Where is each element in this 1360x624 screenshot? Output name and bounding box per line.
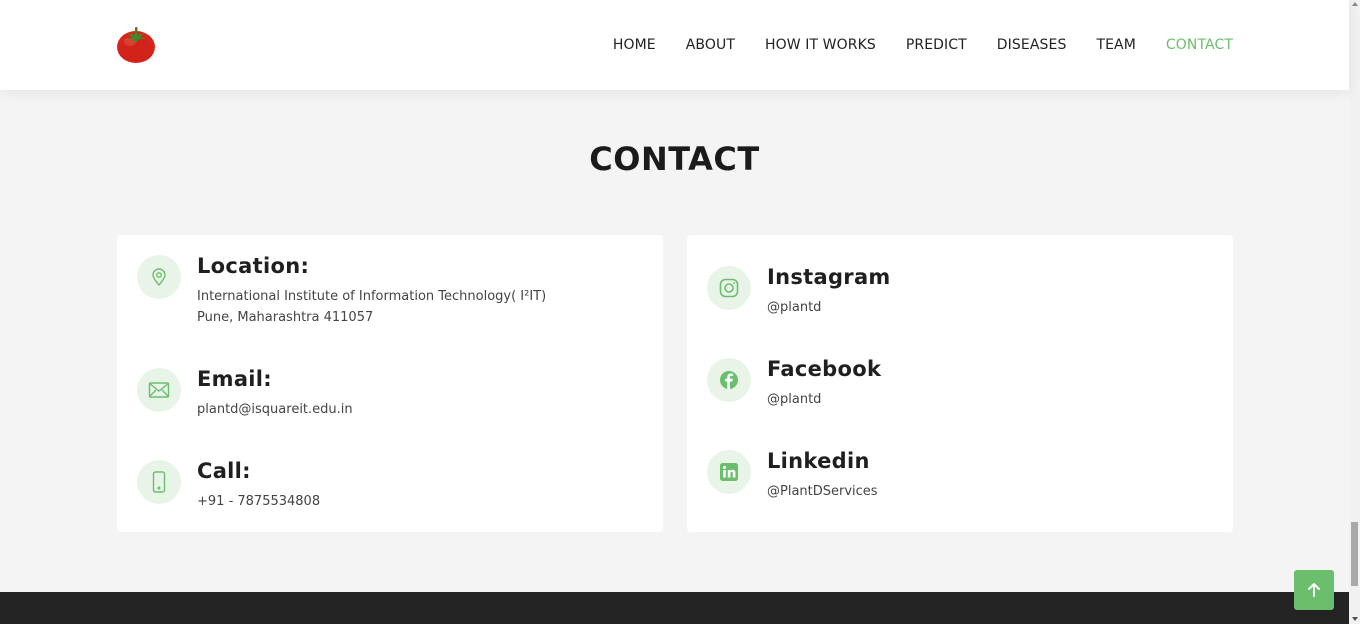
nav-diseases[interactable]: DISEASES <box>997 37 1067 53</box>
linkedin-title: Linkedin <box>767 449 870 473</box>
email-title: Email: <box>197 367 272 391</box>
main-nav: HOME ABOUT HOW IT WORKS PREDICT DISEASES… <box>583 0 1233 90</box>
location-line1: International Institute of Information T… <box>197 289 547 304</box>
nav-how-it-works[interactable]: HOW IT WORKS <box>765 37 876 53</box>
call-value[interactable]: +91 - 7875534808 <box>197 491 320 512</box>
instagram-title: Instagram <box>767 265 891 289</box>
section-title: CONTACT <box>589 140 760 178</box>
tomato-icon[interactable] <box>116 26 156 64</box>
email-value[interactable]: plantd@isquareit.edu.in <box>197 399 353 420</box>
phone-icon <box>137 460 181 504</box>
nav-home[interactable]: HOME <box>613 37 656 53</box>
call-title: Call: <box>197 459 251 483</box>
nav-contact[interactable]: CONTACT <box>1166 37 1233 53</box>
contact-info-card: Location: International Institute of Inf… <box>117 235 663 532</box>
instagram-handle[interactable]: @plantd <box>767 297 821 318</box>
linkedin-handle[interactable]: @PlantDServices <box>767 481 878 502</box>
scroll-thumb[interactable] <box>1351 522 1358 586</box>
nav-predict[interactable]: PREDICT <box>906 37 967 53</box>
location-title: Location: <box>197 254 310 278</box>
envelope-icon <box>137 368 181 412</box>
facebook-icon <box>707 358 751 402</box>
nav-team[interactable]: TEAM <box>1096 37 1135 53</box>
scroll-up-arrow-icon[interactable] <box>1352 2 1358 6</box>
back-to-top-button[interactable] <box>1294 570 1334 610</box>
site-footer <box>0 592 1349 624</box>
location-line2: Pune, Maharashtra 411057 <box>197 310 374 325</box>
map-pin-icon <box>137 255 181 299</box>
facebook-title: Facebook <box>767 357 882 381</box>
site-header: HOME ABOUT HOW IT WORKS PREDICT DISEASES… <box>0 0 1349 90</box>
social-card: Instagram @plantd Facebook @plantd Linke… <box>687 235 1233 532</box>
instagram-icon <box>707 266 751 310</box>
nav-about[interactable]: ABOUT <box>686 37 735 53</box>
facebook-handle[interactable]: @plantd <box>767 389 821 410</box>
linkedin-icon <box>707 450 751 494</box>
page-scrollbar[interactable] <box>1349 0 1360 624</box>
arrow-up-icon <box>1308 583 1320 597</box>
scroll-down-arrow-icon[interactable] <box>1352 617 1358 621</box>
